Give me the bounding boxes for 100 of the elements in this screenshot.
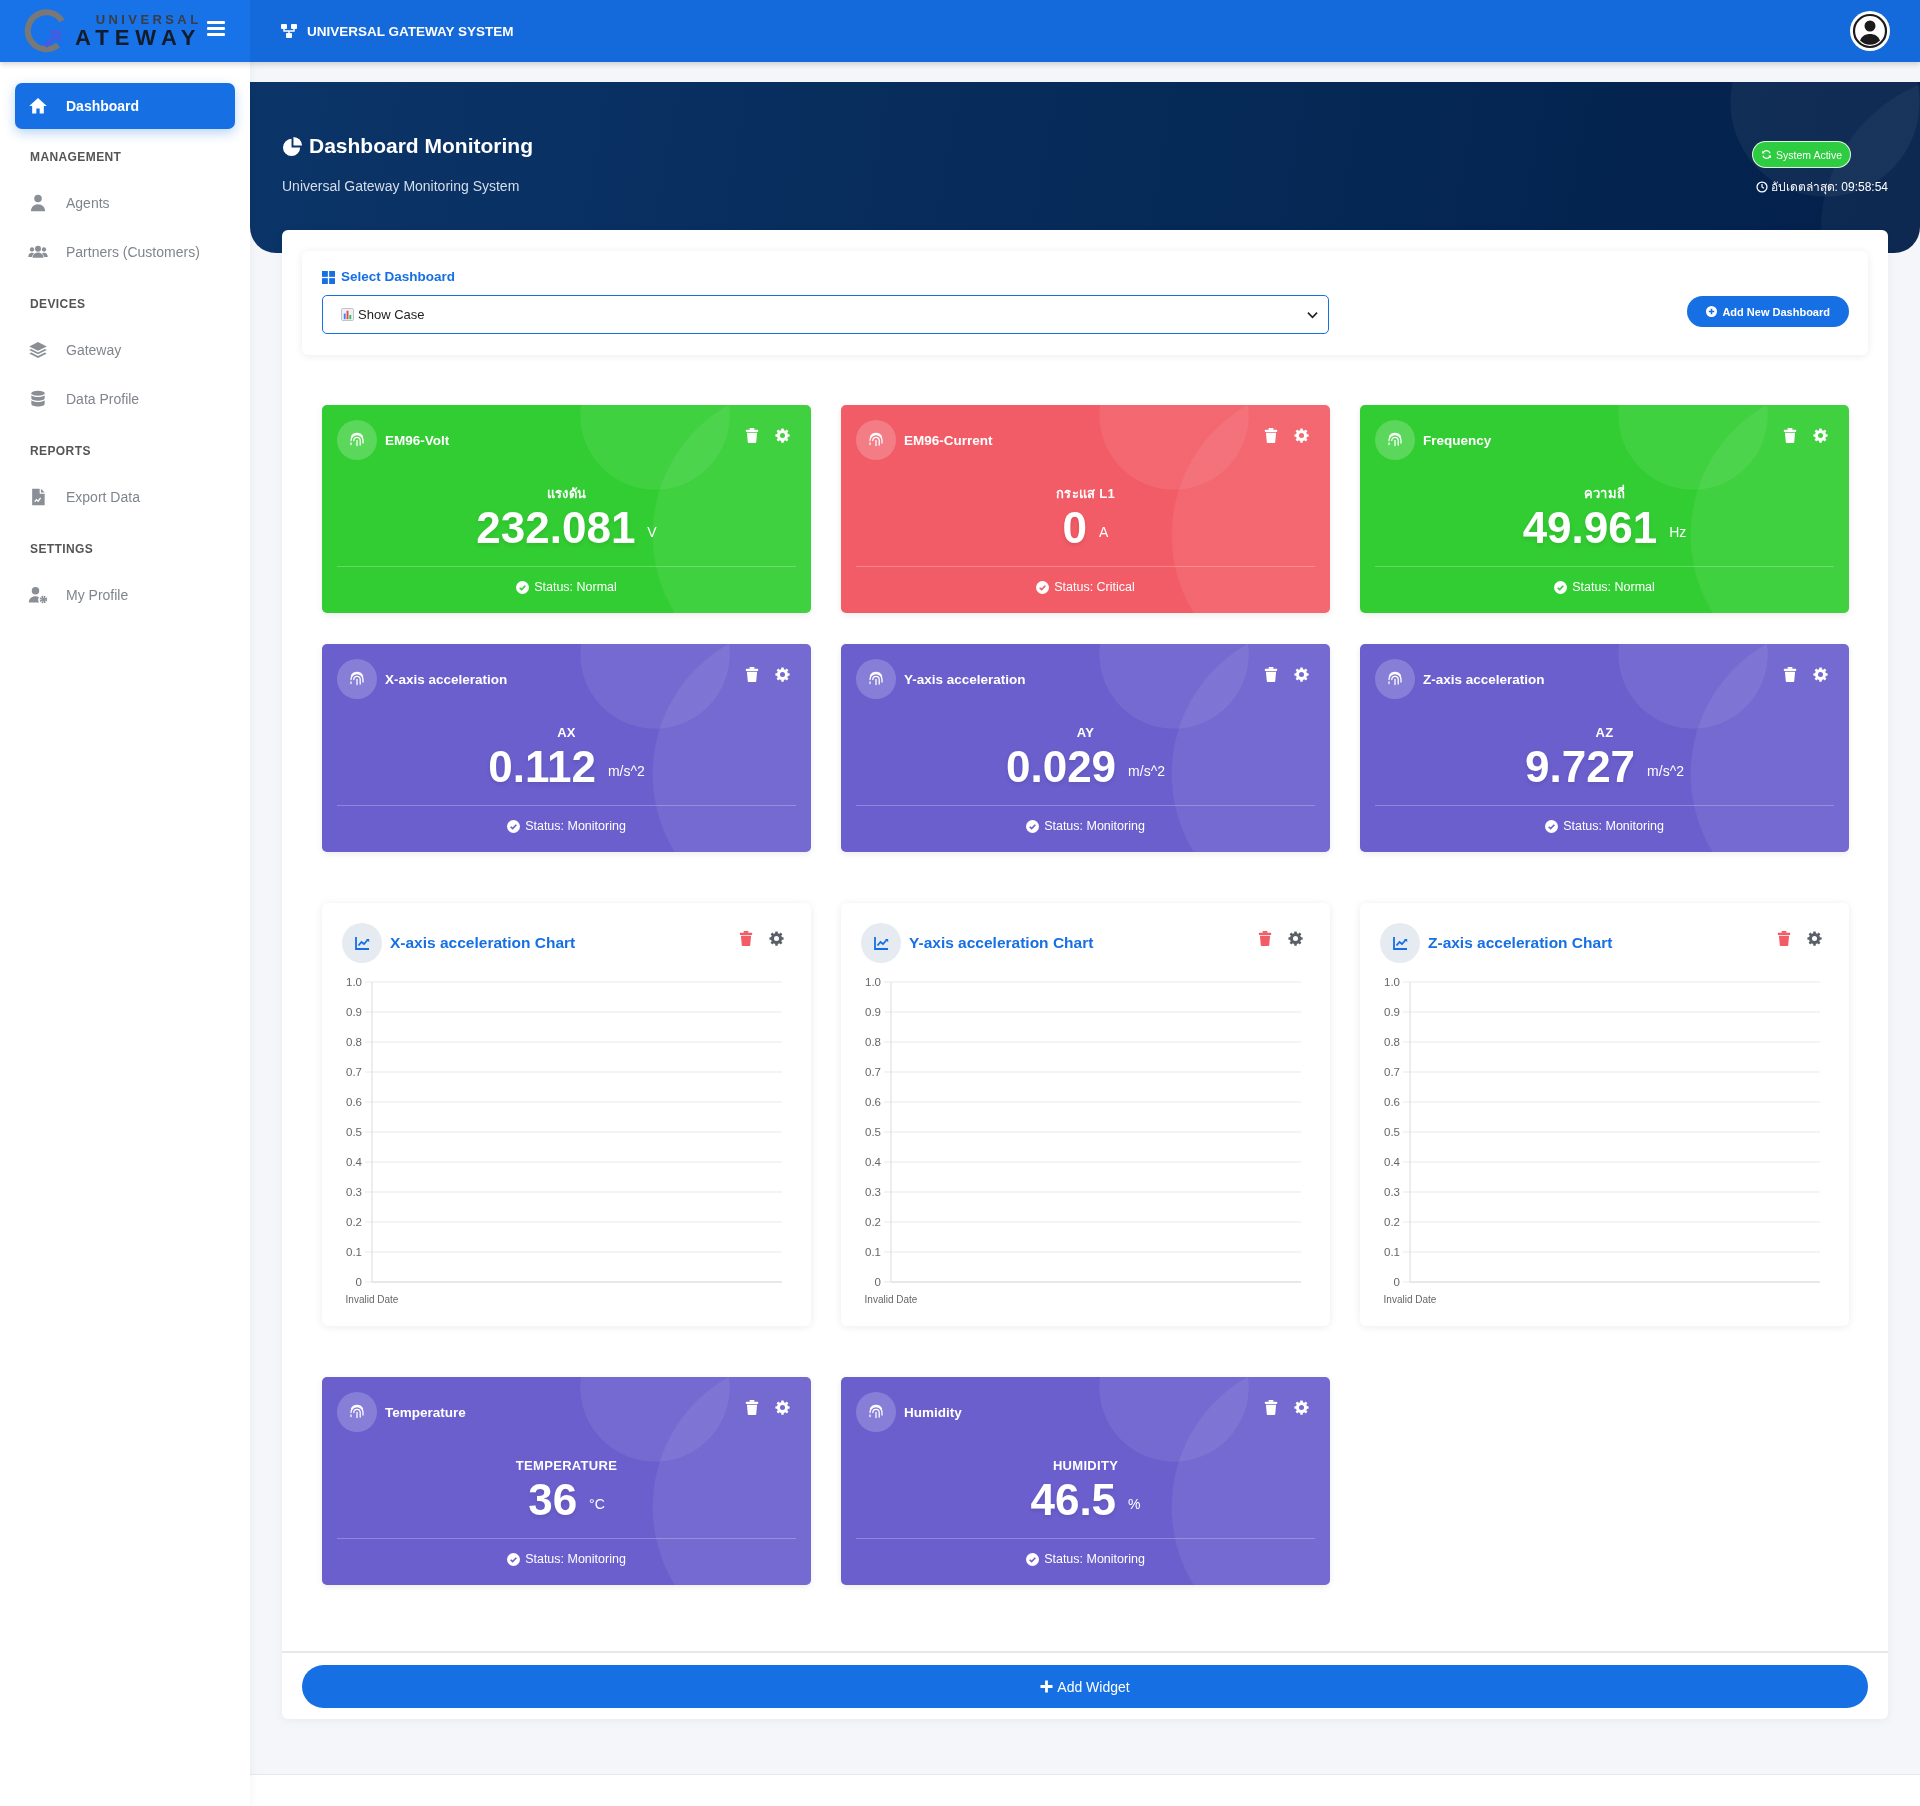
- y-axis-label: 0.5: [865, 1126, 881, 1138]
- fingerprint-icon: [856, 659, 896, 699]
- user-gear-icon: [28, 584, 48, 605]
- y-axis-label: 0: [874, 1276, 881, 1288]
- clock-icon: [1755, 181, 1768, 193]
- menu-icon[interactable]: [207, 20, 226, 36]
- widget-status: Status: Critical: [1054, 580, 1135, 594]
- y-axis-label: 1.0: [865, 976, 881, 988]
- widget-unit: m/s^2: [1647, 763, 1684, 779]
- widget-title: X-axis acceleration: [385, 671, 508, 687]
- settings-icon[interactable]: [1807, 931, 1822, 946]
- sidebar-item[interactable]: Agents: [15, 178, 235, 227]
- settings-icon[interactable]: [769, 931, 784, 946]
- widget-status: Status: Monitoring: [525, 1552, 626, 1566]
- widget-value: 232.081: [476, 503, 636, 553]
- widget-value: 0: [1062, 503, 1088, 553]
- check-circle-icon: [1545, 819, 1559, 833]
- widget-unit: Hz: [1669, 524, 1687, 540]
- check-circle-icon: [1554, 580, 1568, 594]
- widget-label: HUMIDITY: [1052, 1457, 1119, 1475]
- person-icon: [28, 192, 48, 213]
- chart-title: X-axis acceleration Chart: [390, 934, 576, 952]
- y-axis-label: 0.6: [1384, 1096, 1400, 1108]
- trash-icon[interactable]: [1264, 667, 1278, 682]
- trash-icon[interactable]: [739, 931, 753, 946]
- dashboard-select[interactable]: Show Case: [322, 295, 1329, 334]
- check-circle-icon: [1026, 1552, 1040, 1566]
- widget-status: Status: Normal: [534, 580, 617, 594]
- widget-status: Status: Monitoring: [1044, 1552, 1145, 1566]
- sidebar-item[interactable]: Partners (Customers): [15, 227, 235, 276]
- add-dashboard-button[interactable]: Add New Dashboard: [1687, 296, 1849, 327]
- check-circle-icon: [516, 580, 530, 594]
- y-axis-label: 0.3: [1384, 1186, 1400, 1198]
- y-axis-label: 0.8: [1384, 1036, 1400, 1048]
- trash-icon[interactable]: [1264, 428, 1278, 443]
- x-axis-label: Invalid Date: [1383, 1294, 1437, 1305]
- sidebar-section-heading: MANAGEMENT: [30, 149, 123, 165]
- x-axis-label: Invalid Date: [864, 1294, 918, 1305]
- y-axis-label: 0.4: [346, 1156, 362, 1168]
- widget-value: 9.727: [1525, 742, 1636, 792]
- trash-icon[interactable]: [745, 1400, 759, 1415]
- y-axis-label: 0.1: [865, 1246, 881, 1258]
- trash-icon[interactable]: [1258, 931, 1272, 946]
- widget-value: 36: [528, 1475, 578, 1525]
- logo-text: ATEWAY: [75, 27, 202, 49]
- y-axis-label: 0.5: [346, 1126, 362, 1138]
- y-axis-label: 0.3: [346, 1186, 362, 1198]
- widget-label: แรงดัน: [546, 485, 587, 503]
- sidebar-section-heading: SETTINGS: [30, 541, 95, 557]
- y-axis-label: 0.4: [865, 1156, 881, 1168]
- trash-icon[interactable]: [745, 667, 759, 682]
- trash-icon[interactable]: [1783, 667, 1797, 682]
- widget-unit: %: [1128, 1496, 1141, 1512]
- y-axis-label: 0.8: [865, 1036, 881, 1048]
- database-icon: [28, 388, 48, 409]
- grid-icon: [322, 270, 335, 284]
- y-axis-label: 0.6: [865, 1096, 881, 1108]
- y-axis-label: 0.7: [1384, 1066, 1400, 1078]
- widget-label: AX: [557, 724, 576, 742]
- sidebar-item[interactable]: Export Data: [15, 472, 235, 521]
- bar-chart-icon: [341, 308, 354, 321]
- fingerprint-icon: [337, 659, 377, 699]
- sidebar-item[interactable]: Gateway: [15, 325, 235, 374]
- widget-unit: V: [647, 524, 657, 540]
- check-circle-icon: [1036, 580, 1050, 594]
- y-axis-label: 0.9: [1384, 1006, 1400, 1018]
- fingerprint-icon: [1375, 420, 1415, 460]
- sidebar-item[interactable]: My Profile: [15, 570, 235, 619]
- widget-title: EM96-Volt: [385, 432, 450, 448]
- widget-label: TEMPERATURE: [515, 1457, 618, 1475]
- widget-title: Y-axis acceleration: [904, 671, 1026, 687]
- sidebar-item[interactable]: Data Profile: [15, 374, 235, 423]
- y-axis-label: 0.1: [1384, 1246, 1400, 1258]
- avatar-icon[interactable]: [1850, 11, 1890, 51]
- settings-icon[interactable]: [1288, 931, 1303, 946]
- status-text: System Active: [1776, 148, 1842, 161]
- y-axis-label: 0.1: [346, 1246, 362, 1258]
- trash-icon[interactable]: [1264, 1400, 1278, 1415]
- widget-title: EM96-Current: [904, 432, 993, 448]
- chart-title: Z-axis acceleration Chart: [1428, 934, 1613, 952]
- widget-label: AZ: [1595, 724, 1614, 742]
- y-axis-label: 0.5: [1384, 1126, 1400, 1138]
- plus-icon: [1040, 1680, 1054, 1693]
- widget-title: Frequency: [1423, 432, 1492, 448]
- y-axis-label: 0.8: [346, 1036, 362, 1048]
- page-title: Dashboard Monitoring: [309, 133, 533, 159]
- widget-value: 0.029: [1006, 742, 1117, 792]
- trash-icon[interactable]: [1777, 931, 1791, 946]
- sync-icon: [1761, 149, 1773, 160]
- widget-label: AY: [1076, 724, 1095, 742]
- widget-unit: m/s^2: [1128, 763, 1165, 779]
- y-axis-label: 0.7: [346, 1066, 362, 1078]
- widget-title: Z-axis acceleration: [1423, 671, 1545, 687]
- pie-chart-icon: [282, 135, 303, 157]
- sidebar-section-heading: REPORTS: [30, 443, 92, 459]
- y-axis-label: 0.7: [865, 1066, 881, 1078]
- x-axis-label: Invalid Date: [345, 1294, 399, 1305]
- sidebar-item[interactable]: Dashboard: [15, 83, 235, 129]
- widget-value: 0.112: [488, 742, 596, 792]
- add-widget-button[interactable]: Add Widget: [302, 1665, 1868, 1708]
